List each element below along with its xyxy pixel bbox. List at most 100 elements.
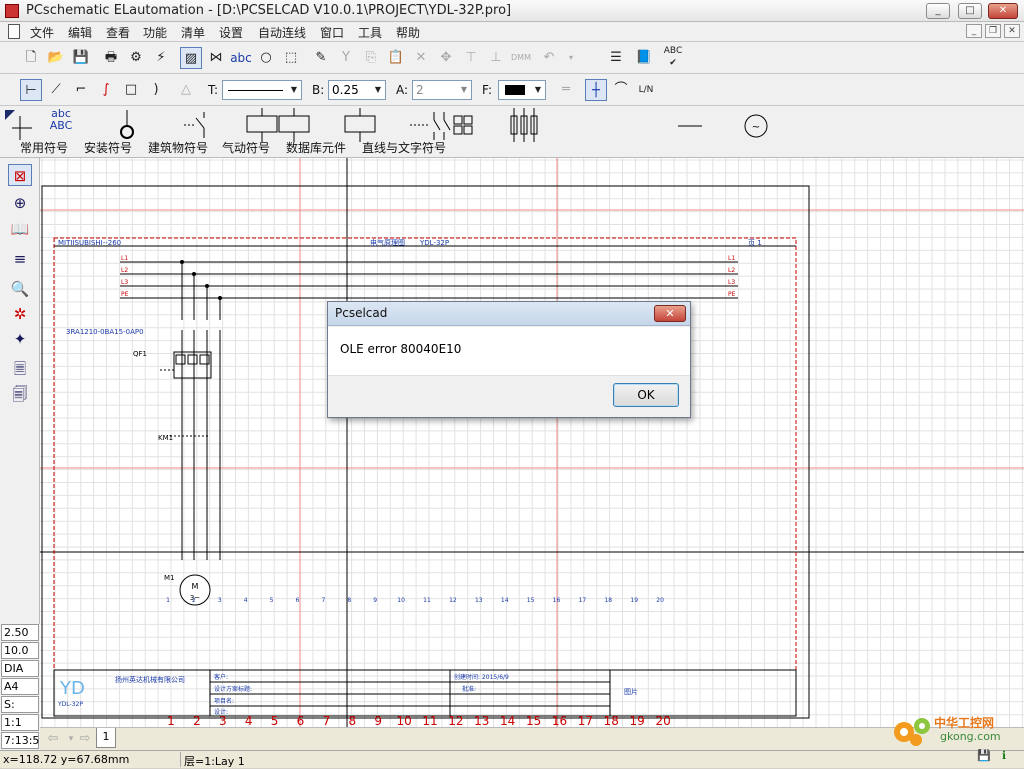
- new-file-icon[interactable]: 🗋: [20, 47, 42, 69]
- book-icon[interactable]: 📘: [633, 47, 655, 69]
- watermark-cn: 中华工控网: [934, 716, 995, 730]
- jump-line-icon[interactable]: ⌒: [610, 79, 632, 101]
- symbol-pointer-icon[interactable]: [2, 108, 42, 142]
- circle-tool-icon[interactable]: ○: [255, 47, 277, 69]
- junction-icon[interactable]: ┼: [585, 79, 607, 101]
- snap-value: 10.0: [1, 642, 39, 659]
- tab-pneumatic-symbols[interactable]: 气动符号: [222, 140, 270, 156]
- undo-icon[interactable]: ↶: [538, 47, 560, 69]
- tab-building-symbols[interactable]: 建筑物符号: [148, 140, 208, 156]
- dialog-close-button[interactable]: ✕: [654, 305, 686, 322]
- reference-book-icon[interactable]: 📖: [8, 218, 32, 240]
- fill-select[interactable]: ▼: [498, 80, 546, 100]
- hatch-tool-icon[interactable]: ▨: [180, 47, 202, 69]
- menu-function[interactable]: 功能: [143, 24, 167, 41]
- arc-icon[interactable]: ): [145, 79, 167, 101]
- paste-icon[interactable]: 📋: [385, 47, 407, 69]
- ok-button[interactable]: OK: [613, 383, 679, 407]
- mdi-close-button[interactable]: ✕: [1004, 24, 1020, 38]
- symbol-fuse-icon[interactable]: [508, 108, 540, 142]
- symbol-coil-icon[interactable]: [343, 108, 377, 142]
- double-line-icon[interactable]: ═: [555, 79, 577, 101]
- mirror-icon[interactable]: Y: [335, 47, 357, 69]
- info-status-icon[interactable]: ℹ: [996, 748, 1012, 764]
- document-edit-icon[interactable]: 🗐: [8, 383, 32, 405]
- zoom-icon[interactable]: 🔍: [8, 278, 32, 300]
- column-number-red: 9: [374, 714, 382, 727]
- component-icon[interactable]: ⚡: [150, 47, 172, 69]
- menu-settings[interactable]: 设置: [219, 24, 243, 41]
- break-line-icon[interactable]: ∫: [95, 79, 117, 101]
- list-icon[interactable]: ☰: [605, 47, 627, 69]
- spellcheck-icon[interactable]: ABC ✔: [662, 45, 684, 68]
- breaker-box: [173, 351, 212, 379]
- page-split-icon[interactable]: ⊕: [8, 192, 32, 214]
- wire-label-icon[interactable]: L/N: [635, 79, 657, 101]
- align-top-icon[interactable]: ⊤: [460, 47, 482, 69]
- connect-tool-icon[interactable]: ⋈: [205, 47, 227, 69]
- menu-tools[interactable]: 工具: [358, 24, 382, 41]
- mdi-minimize-button[interactable]: _: [966, 24, 982, 38]
- document-list-icon[interactable]: 🗏: [8, 358, 32, 380]
- maximize-button[interactable]: □: [958, 3, 982, 19]
- delete-icon[interactable]: ✕: [410, 47, 432, 69]
- symbol-terminal-icon[interactable]: [115, 108, 139, 142]
- text-tool-icon[interactable]: abc: [230, 47, 252, 69]
- minimize-button[interactable]: _: [926, 3, 950, 19]
- tab-line-text-symbols[interactable]: 直线与文字符号: [362, 140, 446, 156]
- line-type-select[interactable]: ▼: [222, 80, 302, 100]
- undo-dropdown-icon[interactable]: ▾: [560, 47, 582, 69]
- menu-view[interactable]: 查看: [106, 24, 130, 41]
- tab-install-symbols[interactable]: 安装符号: [84, 140, 132, 156]
- component-search-icon[interactable]: ✲: [8, 303, 32, 325]
- line-width-select[interactable]: 0.25 ▼: [328, 80, 386, 100]
- symbol-text-icon[interactable]: abc ABC: [44, 108, 78, 142]
- page-tab-1[interactable]: 1: [96, 728, 116, 748]
- symbol-contactor-icon[interactable]: [408, 108, 480, 142]
- column-number-red: 2: [193, 714, 201, 727]
- save-status-icon[interactable]: 💾: [976, 748, 992, 764]
- rectangle-icon[interactable]: □: [120, 79, 142, 101]
- menu-autowire[interactable]: 自动连线: [258, 24, 306, 41]
- print-icon[interactable]: 🖶: [100, 47, 122, 69]
- copy-icon[interactable]: ⎘: [360, 47, 382, 69]
- list-arrow-icon[interactable]: ≡: [8, 248, 32, 270]
- symbol-switch-icon[interactable]: [180, 108, 210, 142]
- triangle-icon[interactable]: △: [175, 79, 197, 101]
- column-number-blue: 6: [296, 597, 300, 604]
- arrow-select[interactable]: 2 ▼: [412, 80, 472, 100]
- save-icon[interactable]: 💾: [70, 47, 92, 69]
- menu-edit[interactable]: 编辑: [68, 24, 92, 41]
- drawing-canvas[interactable]: MITIISUBISHI--260 电气原理图 YDL-32P 页 1 L1 L1 L2 L2…: [40, 158, 1024, 727]
- symbol-line-icon[interactable]: [676, 108, 704, 142]
- menu-file[interactable]: 文件: [30, 24, 54, 41]
- cross-reference-icon[interactable]: ✦: [8, 328, 32, 350]
- move-icon[interactable]: ✥: [435, 47, 457, 69]
- title-logo-text: YD: [59, 678, 85, 699]
- select-mode-icon[interactable]: ⊠: [8, 164, 32, 186]
- symbol-relay-coil-icon[interactable]: [245, 108, 315, 142]
- menu-window[interactable]: 窗口: [320, 24, 344, 41]
- pencil-icon[interactable]: ✎: [310, 47, 332, 69]
- open-folder-icon[interactable]: 📂: [45, 47, 67, 69]
- dmm-icon[interactable]: DMM: [510, 47, 532, 69]
- function-icon[interactable]: ⚙: [125, 47, 147, 69]
- tab-database-components[interactable]: 数据库元件: [286, 140, 346, 156]
- next-page-icon[interactable]: ⇨: [74, 728, 96, 750]
- select-area-icon[interactable]: ⬚: [280, 47, 302, 69]
- align-bottom-icon[interactable]: ⊥: [485, 47, 507, 69]
- corner-line-icon[interactable]: ⌐: [70, 79, 92, 101]
- close-button[interactable]: ✕: [988, 3, 1018, 19]
- title-picture-label: 图片: [624, 687, 638, 696]
- angle-line-icon[interactable]: ⟋: [45, 79, 67, 101]
- menu-list[interactable]: 清单: [181, 24, 205, 41]
- column-number-red: 1: [167, 714, 175, 727]
- dialog-title-bar[interactable]: Pcselcad ✕: [328, 302, 690, 326]
- line-tool-icon[interactable]: ⊢: [20, 79, 42, 101]
- symbol-motor-icon[interactable]: ~: [742, 108, 770, 142]
- document-icon[interactable]: [8, 24, 20, 39]
- tab-common-symbols[interactable]: 常用符号: [20, 140, 68, 156]
- menu-help[interactable]: 帮助: [396, 24, 420, 41]
- column-number-blue: 14: [501, 597, 509, 604]
- mdi-restore-button[interactable]: ❐: [985, 24, 1001, 38]
